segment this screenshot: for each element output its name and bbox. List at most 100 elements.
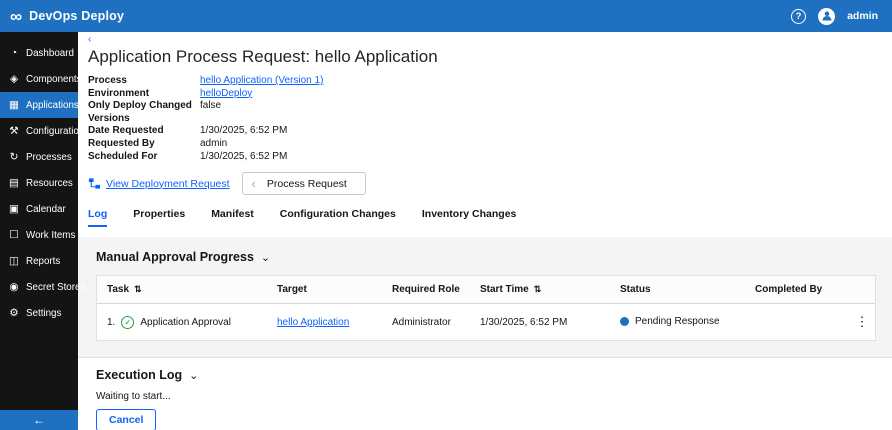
chevron-down-icon[interactable]: ⌄ (189, 369, 198, 382)
sidebar-item-components[interactable]: ◈ Components (0, 66, 78, 92)
execution-log-heading: Execution Log ⌄ (96, 368, 876, 382)
detail-value: 1/30/2025, 6:52 PM (200, 151, 287, 164)
tab-inventory-changes[interactable]: Inventory Changes (422, 208, 517, 227)
manual-approval-heading: Manual Approval Progress ⌄ (96, 250, 876, 264)
column-header-actions (849, 276, 875, 304)
components-icon: ◈ (8, 73, 20, 85)
request-details: Process hello Application (Version 1) En… (88, 75, 876, 163)
detail-label: Environment (88, 88, 200, 101)
tab-configuration-changes[interactable]: Configuration Changes (280, 208, 396, 227)
column-label: Target (277, 284, 307, 295)
column-label: Completed By (755, 284, 822, 295)
chevron-down-icon[interactable]: ⌄ (261, 251, 270, 264)
breadcrumb-process-request: ‹ Process Request (242, 172, 366, 195)
tab-properties[interactable]: Properties (133, 208, 185, 227)
dashboard-icon: ◔ (8, 47, 20, 59)
manual-approval-section: Manual Approval Progress ⌄ Task ⇅ Target (78, 237, 892, 357)
sidebar-item-configuration[interactable]: ⚒ Configuration (0, 118, 78, 144)
task-name: Application Approval (140, 317, 231, 328)
table-row: 1. ✓ Application Approval hello Applicat… (97, 304, 875, 340)
app-title: DevOps Deploy (29, 9, 124, 23)
deployment-tree-icon (88, 177, 101, 190)
tab-manifest[interactable]: Manifest (211, 208, 254, 227)
sidebar-item-settings[interactable]: ⚙ Settings (0, 300, 78, 326)
detail-row-requested-by: Requested By admin (88, 138, 876, 151)
tab-bar: Log Properties Manifest Configuration Ch… (88, 208, 876, 227)
column-header-target: Target (267, 276, 382, 304)
sidebar-item-secret-stores[interactable]: ◉ Secret Stores (0, 274, 78, 300)
column-header-task[interactable]: Task ⇅ (97, 276, 267, 304)
collapse-arrow-icon: ← (33, 413, 45, 427)
task-index: 1. (107, 317, 115, 328)
pending-status-dot-icon (620, 317, 629, 326)
approval-table: Task⇅ Target Required Role Start Time⇅ S (96, 275, 876, 341)
environment-link[interactable]: helloDeploy (200, 88, 252, 101)
user-avatar-icon[interactable] (818, 8, 835, 25)
page-title: Application Process Request: hello Appli… (88, 47, 876, 67)
sidebar-item-work-items[interactable]: ☐ Work Items (0, 222, 78, 248)
status-cell: Pending Response (610, 304, 745, 340)
sidebar: ◔ Dashboard ◈ Components ▦ Applications … (0, 32, 78, 430)
username[interactable]: admin (847, 10, 878, 22)
sidebar-collapse-button[interactable]: ← (0, 410, 78, 430)
column-header-start-time[interactable]: Start Time⇅ (470, 276, 610, 304)
sidebar-item-reports[interactable]: ◫ Reports (0, 248, 78, 274)
resources-icon: ▤ (8, 177, 20, 189)
start-time-cell: 1/30/2025, 6:52 PM (470, 304, 610, 340)
sidebar-item-processes[interactable]: ↻ Processes (0, 144, 78, 170)
detail-value: false (200, 100, 221, 125)
column-header-status: Status (610, 276, 745, 304)
reports-icon: ◫ (8, 255, 20, 267)
content-top: ‹ Application Process Request: hello App… (78, 32, 892, 227)
view-deployment-request-label: View Deployment Request (106, 178, 230, 190)
view-deployment-request-link[interactable]: View Deployment Request (88, 177, 230, 190)
approval-check-icon: ✓ (121, 316, 134, 329)
back-icon[interactable]: ‹ (88, 35, 100, 45)
sidebar-item-label: Processes (26, 152, 72, 163)
applications-icon: ▦ (8, 99, 20, 111)
manual-approval-title: Manual Approval Progress (96, 250, 254, 264)
column-header-required-role: Required Role (382, 276, 470, 304)
detail-row-process: Process hello Application (Version 1) (88, 75, 876, 88)
sort-icon[interactable]: ⇅ (134, 284, 142, 294)
sidebar-item-label: Configuration (26, 126, 84, 137)
detail-label: Scheduled For (88, 151, 200, 164)
sidebar-item-applications[interactable]: ▦ Applications (0, 92, 78, 118)
sidebar-items: ◔ Dashboard ◈ Components ▦ Applications … (0, 32, 78, 326)
tab-log[interactable]: Log (88, 208, 107, 227)
breadcrumb-process-request-label: Process Request (267, 178, 347, 190)
execution-status-text: Waiting to start... (96, 391, 876, 402)
detail-label: Process (88, 75, 200, 88)
sidebar-item-label: Applications (26, 100, 79, 111)
work-items-icon: ☐ (8, 229, 20, 241)
status-label: Pending Response (635, 316, 720, 327)
top-header: ∞ DevOps Deploy ? admin (0, 0, 892, 32)
execution-log-title: Execution Log (96, 368, 182, 382)
detail-value: 1/30/2025, 6:52 PM (200, 125, 287, 138)
help-icon[interactable]: ? (791, 9, 806, 24)
topbar-right: ? admin (791, 8, 878, 25)
cancel-button[interactable]: Cancel (96, 409, 156, 430)
sidebar-item-dashboard[interactable]: ◔ Dashboard (0, 40, 78, 66)
completed-by-cell (745, 304, 849, 340)
column-header-completed-by: Completed By (745, 276, 849, 304)
sidebar-item-label: Settings (26, 308, 61, 319)
target-cell: hello Application (267, 304, 382, 340)
chevron-left-icon: ‹ (252, 177, 256, 190)
task-cell: 1. ✓ Application Approval (97, 304, 267, 340)
required-role-cell: Administrator (382, 304, 470, 340)
row-overflow-menu-kebab-icon[interactable]: ⋮ (849, 304, 875, 340)
sort-icon[interactable]: ⇅ (534, 284, 542, 294)
detail-value: admin (200, 138, 227, 151)
breadcrumb: View Deployment Request ‹ Process Reques… (88, 172, 876, 195)
app-window: ∞ DevOps Deploy ? admin ◔ Dashboard ◈ Co… (0, 0, 892, 430)
column-label: Status (620, 284, 651, 295)
column-label: Task (107, 284, 129, 295)
process-link[interactable]: hello Application (Version 1) (200, 75, 323, 88)
sidebar-item-resources[interactable]: ▤ Resources (0, 170, 78, 196)
check-glyph: ✓ (124, 317, 131, 328)
sidebar-item-calendar[interactable]: ▣ Calendar (0, 196, 78, 222)
target-link[interactable]: hello Application (277, 317, 349, 328)
secret-stores-icon: ◉ (8, 281, 20, 293)
detail-label: Only Deploy Changed Versions (88, 100, 200, 125)
